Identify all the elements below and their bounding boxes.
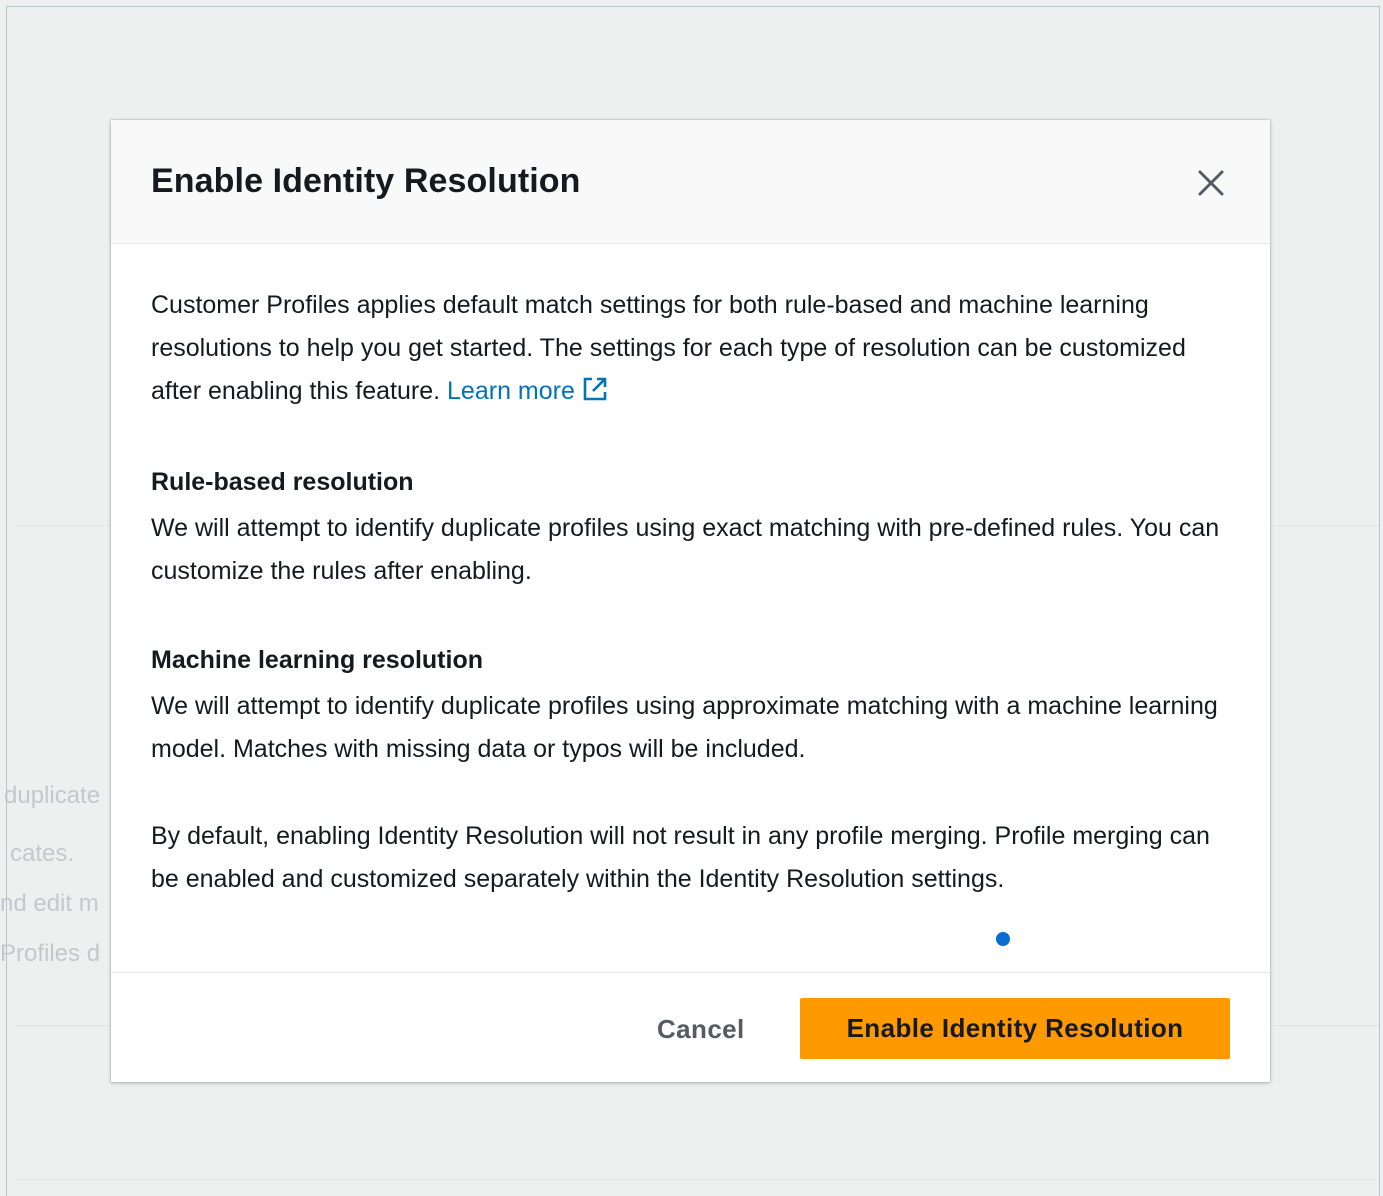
learn-more-link[interactable]: Learn more [447,377,609,405]
modal-body: Customer Profiles applies default match … [111,244,1270,972]
external-link-icon [583,377,607,401]
ml-title: Machine learning resolution [151,646,483,674]
merging-note: By default, enabling Identity Resolution… [151,822,1210,893]
enable-identity-resolution-button[interactable]: Enable Identity Resolution [800,998,1230,1059]
background-text: Profiles d [0,940,101,967]
modal-title: Enable Identity Resolution [151,162,581,200]
modal-footer: Cancel Enable Identity Resolution [111,972,1270,1082]
close-icon [1198,170,1224,196]
rule-based-title: Rule-based resolution [151,468,414,496]
intro-paragraph: Customer Profiles applies default match … [151,284,1230,413]
enable-identity-resolution-modal: Enable Identity Resolution Customer Prof… [111,120,1270,1082]
background-text: nd edit m [0,890,99,917]
background-text: cates. [10,840,75,867]
background-text: duplicate [4,782,101,809]
modal-header: Enable Identity Resolution [111,120,1270,244]
indicator-dot [996,932,1010,946]
close-button[interactable] [1192,164,1230,202]
learn-more-label: Learn more [447,377,575,405]
intro-text: Customer Profiles applies default match … [151,291,1186,405]
background-divider [15,1179,1379,1180]
rule-based-description: We will attempt to identify duplicate pr… [151,514,1220,585]
cancel-button[interactable]: Cancel [631,1000,771,1058]
ml-description: We will attempt to identify duplicate pr… [151,692,1218,763]
